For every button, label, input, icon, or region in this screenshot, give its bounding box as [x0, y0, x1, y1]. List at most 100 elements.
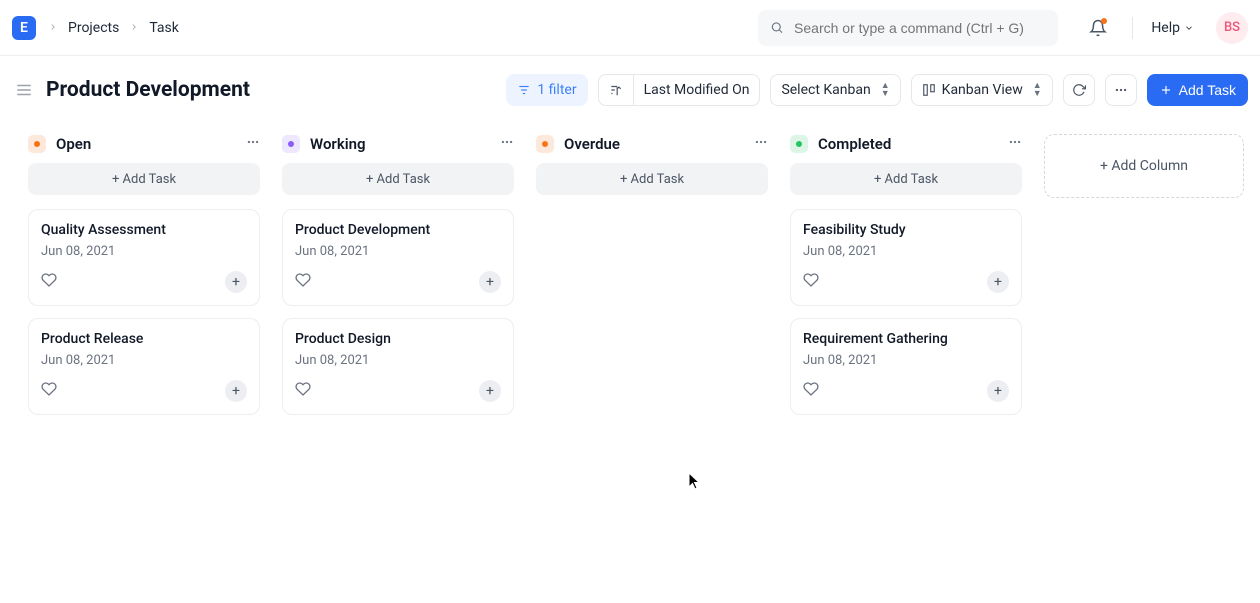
sort-select[interactable]: Last Modified On	[634, 75, 760, 105]
view-select[interactable]: Kanban View ▲▼	[911, 74, 1053, 106]
column-header: Completed	[790, 134, 1022, 153]
card-date: Jun 08, 2021	[41, 353, 247, 368]
card-title: Requirement Gathering	[803, 331, 1009, 347]
notification-dot	[1101, 18, 1107, 24]
help-menu[interactable]: Help	[1151, 20, 1194, 36]
card-date: Jun 08, 2021	[295, 353, 501, 368]
heart-icon	[803, 272, 819, 288]
card-date: Jun 08, 2021	[41, 244, 247, 259]
task-card[interactable]: Product Development Jun 08, 2021 +	[282, 209, 514, 306]
sort-updown-icon: ▲▼	[1033, 82, 1042, 98]
task-card[interactable]: Quality Assessment Jun 08, 2021 +	[28, 209, 260, 306]
like-button[interactable]	[295, 272, 311, 292]
breadcrumb: Projects Task	[48, 20, 179, 36]
card-title: Quality Assessment	[41, 222, 247, 238]
assign-button[interactable]: +	[225, 380, 247, 402]
add-task-row[interactable]: + Add Task	[536, 163, 768, 195]
crumb-task[interactable]: Task	[149, 20, 179, 36]
column-more-button[interactable]	[1008, 134, 1022, 153]
search-box[interactable]	[758, 10, 1058, 46]
view-label: Kanban View	[942, 82, 1023, 98]
avatar[interactable]: BS	[1216, 12, 1248, 44]
group-kanban-select[interactable]: Select Kanban ▲▼	[770, 74, 900, 106]
page-title: Product Development	[46, 78, 250, 102]
status-dot	[28, 135, 46, 153]
dots-icon	[500, 135, 514, 149]
add-task-row[interactable]: + Add Task	[28, 163, 260, 195]
task-card[interactable]: Requirement Gathering Jun 08, 2021 +	[790, 318, 1022, 415]
card-title: Product Release	[41, 331, 247, 347]
dots-icon	[754, 135, 768, 149]
column-header: Working	[282, 134, 514, 153]
help-label: Help	[1151, 20, 1180, 36]
chevron-right-icon	[129, 21, 139, 35]
filter-icon	[517, 83, 531, 97]
task-card[interactable]: Product Release Jun 08, 2021 +	[28, 318, 260, 415]
dots-icon	[1008, 135, 1022, 149]
card-date: Jun 08, 2021	[803, 353, 1009, 368]
sort-group: Last Modified On	[598, 74, 761, 106]
column-more-button[interactable]	[754, 134, 768, 153]
like-button[interactable]	[295, 381, 311, 401]
viewbar: Product Development 1 filter Last Modifi…	[0, 56, 1260, 116]
add-task-row[interactable]: + Add Task	[790, 163, 1022, 195]
assign-button[interactable]: +	[479, 380, 501, 402]
notifications-button[interactable]	[1082, 12, 1114, 44]
add-task-button[interactable]: Add Task	[1147, 74, 1248, 106]
assign-button[interactable]: +	[987, 271, 1009, 293]
column-more-button[interactable]	[246, 134, 260, 153]
add-column-button[interactable]: + Add Column	[1044, 134, 1244, 198]
like-button[interactable]	[803, 272, 819, 292]
topbar: E Projects Task Help BS	[0, 0, 1260, 56]
sort-icon-button[interactable]	[599, 75, 633, 105]
refresh-button[interactable]	[1063, 74, 1095, 106]
crumb-projects[interactable]: Projects	[68, 20, 119, 36]
sort-icon	[609, 83, 623, 97]
kanban-column: Completed + Add Task Feasibility Study Jun …	[790, 134, 1022, 427]
kanban-icon	[922, 83, 936, 97]
column-title: Working	[310, 135, 366, 153]
cursor-icon	[688, 472, 702, 490]
chevron-right-icon	[48, 21, 58, 35]
add-task-row[interactable]: + Add Task	[282, 163, 514, 195]
heart-icon	[41, 272, 57, 288]
card-date: Jun 08, 2021	[295, 244, 501, 259]
heart-icon	[295, 272, 311, 288]
card-title: Feasibility Study	[803, 222, 1009, 238]
menu-icon	[15, 81, 33, 99]
brand-letter: E	[20, 20, 28, 36]
heart-icon	[803, 381, 819, 397]
kanban-board: Open + Add Task Quality Assessment Jun 08, …	[0, 116, 1260, 427]
kanban-column: Working + Add Task Product Development Jun …	[282, 134, 514, 427]
dots-icon	[246, 135, 260, 149]
sort-updown-icon: ▲▼	[881, 82, 890, 98]
card-date: Jun 08, 2021	[803, 244, 1009, 259]
filter-button[interactable]: 1 filter	[506, 74, 587, 106]
status-dot	[536, 135, 554, 153]
sort-label: Last Modified On	[644, 82, 750, 98]
column-title: Overdue	[564, 135, 620, 153]
chevron-down-icon	[1184, 23, 1194, 33]
task-card[interactable]: Feasibility Study Jun 08, 2021 +	[790, 209, 1022, 306]
assign-button[interactable]: +	[225, 271, 247, 293]
group-label: Select Kanban	[781, 82, 870, 98]
like-button[interactable]	[803, 381, 819, 401]
brand-logo[interactable]: E	[12, 16, 36, 40]
search-input[interactable]	[794, 20, 1046, 36]
like-button[interactable]	[41, 381, 57, 401]
filter-label: 1 filter	[537, 82, 576, 98]
assign-button[interactable]: +	[479, 271, 501, 293]
task-card[interactable]: Product DesignJun 08, 2021+	[282, 318, 514, 415]
card-title: Product Development	[295, 222, 501, 238]
more-options-button[interactable]	[1105, 74, 1137, 106]
column-title: Completed	[818, 135, 891, 153]
search-icon	[770, 20, 784, 35]
heart-icon	[295, 381, 311, 397]
like-button[interactable]	[41, 272, 57, 292]
heart-icon	[41, 381, 57, 397]
column-more-button[interactable]	[500, 134, 514, 153]
assign-button[interactable]: +	[987, 380, 1009, 402]
sidebar-toggle[interactable]	[12, 78, 36, 102]
column-title: Open	[56, 135, 91, 153]
kanban-column: Open + Add Task Quality Assessment Jun 08, …	[28, 134, 260, 427]
